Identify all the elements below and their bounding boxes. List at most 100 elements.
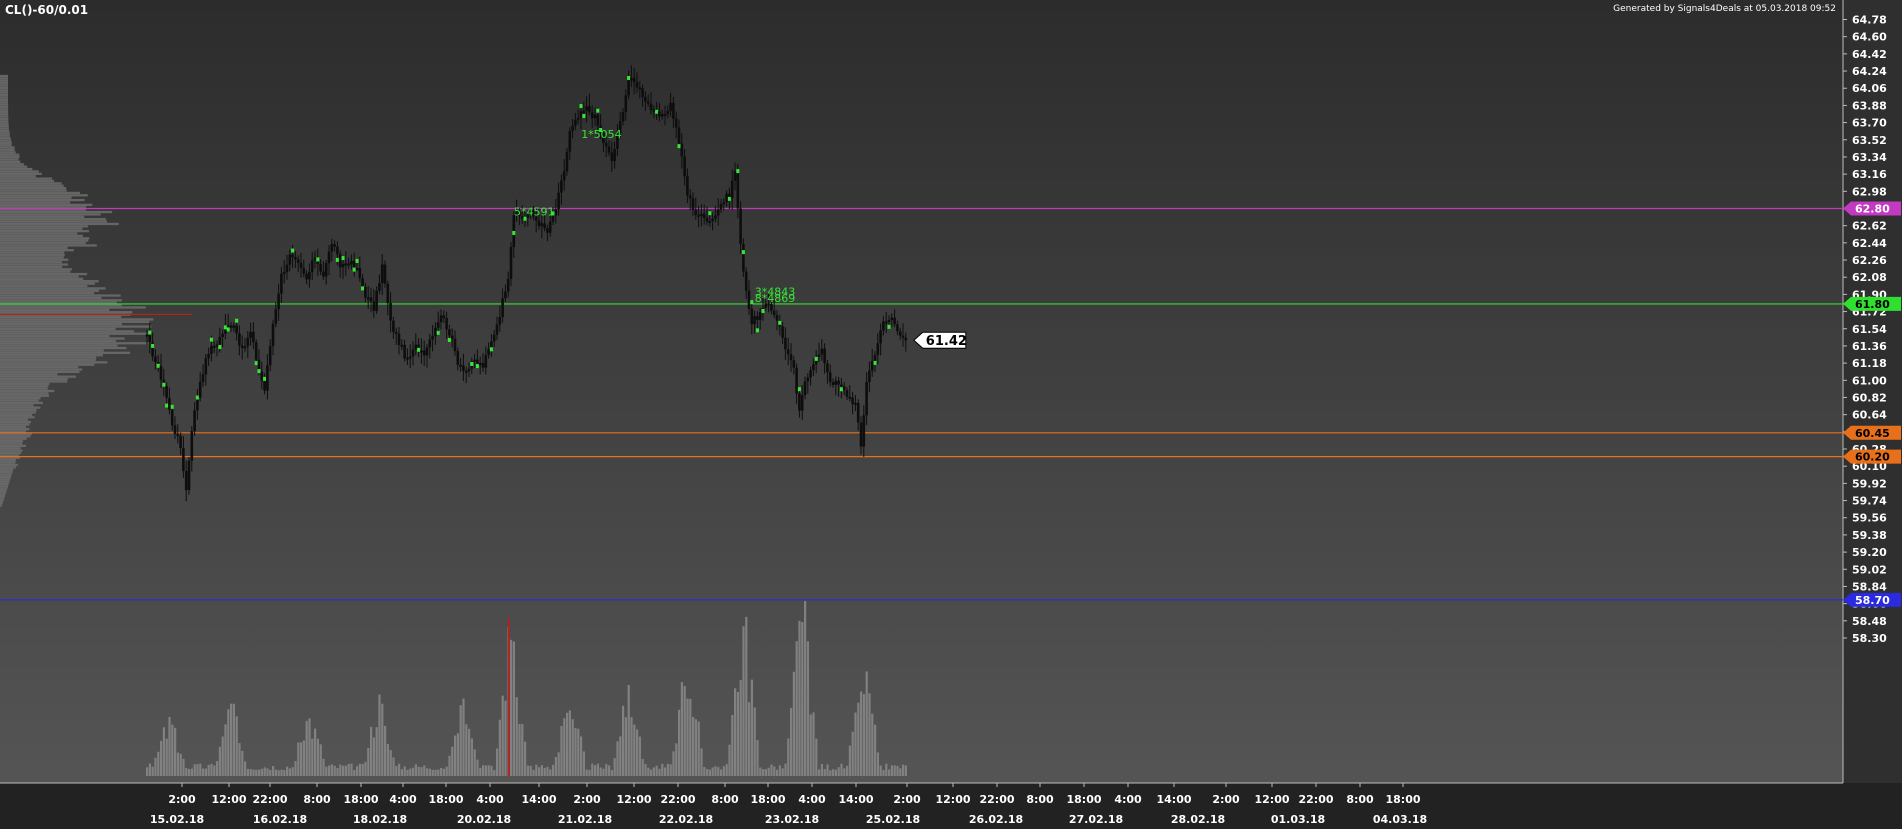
symbol-title: CL()-60/0.01 — [5, 3, 88, 17]
candle-body — [369, 297, 373, 302]
candle-body — [392, 320, 395, 332]
candle-body — [644, 96, 647, 102]
candle-highlight — [316, 257, 320, 262]
volume-bar — [582, 751, 585, 776]
candle-body — [380, 264, 384, 284]
volume-bar — [314, 728, 317, 776]
volume-bar — [608, 765, 611, 776]
volume-bar — [241, 750, 244, 776]
candle-body — [240, 345, 244, 348]
profile-row — [0, 499, 4, 502]
volume-bar — [622, 705, 625, 776]
volume-bar — [577, 728, 580, 776]
profile-row — [0, 146, 15, 149]
profile-row — [0, 282, 95, 285]
candle-body — [840, 384, 843, 387]
volume-bar — [750, 679, 753, 776]
candle-highlight — [226, 327, 230, 332]
candle-body — [509, 247, 513, 279]
volume-bar — [882, 770, 885, 776]
volume-bar — [843, 768, 846, 776]
candle-body — [635, 81, 639, 88]
candle-body — [579, 111, 583, 118]
candle-body — [590, 112, 594, 119]
profile-row — [0, 89, 9, 92]
candle-body — [394, 331, 398, 334]
volume-bar — [246, 768, 249, 776]
candle-body — [389, 303, 392, 321]
profile-row — [0, 239, 89, 242]
candle-highlight — [512, 230, 516, 235]
candle-highlight — [736, 169, 740, 174]
candle-highlight — [741, 250, 745, 255]
candle-highlight — [417, 347, 421, 352]
volume-bar — [832, 769, 835, 776]
volume-bar — [599, 767, 602, 776]
candle-body — [851, 397, 854, 405]
candle-body — [680, 143, 684, 157]
candle-body — [366, 297, 370, 300]
candle-body — [386, 283, 390, 304]
profile-row — [0, 160, 21, 164]
profile-row — [0, 194, 88, 197]
profile-row — [0, 210, 113, 214]
volume-bar — [773, 766, 776, 776]
volume-bar — [753, 707, 756, 776]
profile-row — [0, 234, 83, 238]
candle-body — [568, 130, 572, 152]
volume-bar — [400, 769, 403, 776]
x-time-label: 14:00 — [521, 793, 556, 806]
volume-bar — [176, 752, 179, 776]
volume-bar — [202, 768, 205, 776]
candle-body — [201, 374, 205, 382]
candle-body — [330, 244, 334, 252]
volume-bar — [664, 767, 667, 776]
volume-bar — [591, 763, 594, 776]
y-tick-label: 59.74 — [1852, 495, 1887, 508]
profile-row — [0, 468, 14, 471]
candle-body — [271, 323, 275, 347]
volume-bar — [823, 769, 826, 776]
volume-bar — [272, 765, 275, 776]
x-date-label: 21.02.18 — [558, 813, 612, 826]
candle-highlight — [235, 318, 239, 323]
volume-bar — [904, 765, 907, 776]
candle-body — [700, 213, 703, 216]
profile-row — [0, 392, 49, 395]
profile-row — [0, 373, 58, 376]
volume-bar — [221, 736, 224, 776]
candle-body — [627, 80, 630, 96]
volume-bar — [414, 764, 417, 776]
candle-body — [630, 77, 633, 81]
candle-body — [610, 152, 614, 162]
profile-row — [0, 473, 12, 476]
volume-bar — [210, 763, 213, 776]
volume-bar — [650, 769, 653, 776]
volume-bar — [846, 765, 849, 776]
candle-body — [823, 348, 826, 364]
candle-body — [459, 364, 462, 367]
trade-marker-label: 8*4869 — [755, 292, 796, 305]
profile-row — [0, 349, 104, 352]
profile-row — [0, 265, 63, 269]
candle-highlight — [335, 257, 339, 262]
profile-row — [0, 401, 43, 405]
profile-row — [0, 246, 68, 249]
candle-body — [431, 336, 434, 340]
generated-by-note: Generated by Signals4Deals at 05.03.2018… — [1613, 4, 1836, 14]
volume-bar — [199, 763, 202, 776]
volume-bar — [862, 694, 865, 776]
candle-body — [641, 88, 644, 97]
profile-row — [0, 124, 9, 128]
volume-bar — [697, 721, 700, 776]
profile-row — [0, 82, 9, 85]
profile-row — [0, 170, 39, 173]
volume-bar — [196, 764, 199, 776]
candle-body — [397, 333, 401, 346]
volume-bar — [479, 767, 482, 776]
profile-row — [0, 289, 99, 292]
profile-row — [0, 115, 9, 118]
profile-row — [0, 191, 80, 195]
x-time-label: 12:00 — [616, 793, 651, 806]
candle-body — [621, 112, 625, 122]
